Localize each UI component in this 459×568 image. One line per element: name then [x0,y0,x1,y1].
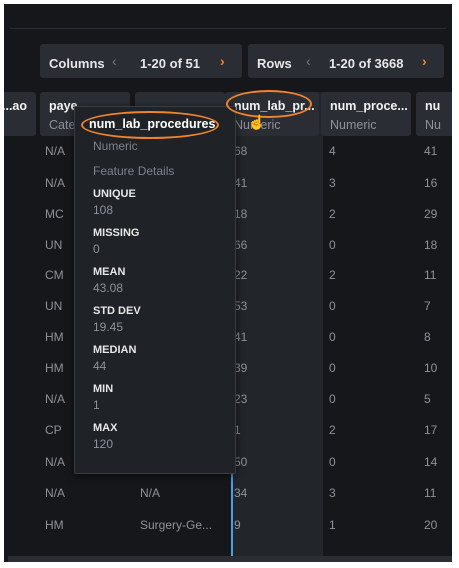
table-cell: 23 [234,392,248,406]
columns-range: 1-20 of 51 [140,56,200,71]
table-cell: 0 [329,361,336,375]
table-cell: 11 [424,268,437,282]
chevron-right-icon[interactable]: › [220,53,225,69]
table-cell: 41 [234,330,248,344]
table-cell: 41 [424,144,438,158]
table-cell: HM [45,361,64,375]
stat-label: STD DEV [93,305,141,317]
stat-label: MEAN [93,266,126,278]
table-cell: 18 [234,207,248,221]
stat-value: 120 [93,437,114,451]
data-preview-panel: Columns ‹ 1-20 of 51 › Rows ‹ 1-20 of 36… [4,4,452,562]
hand-cursor-icon: ☝ [248,114,266,130]
columns-label: Columns [49,56,105,71]
table-cell: CM [45,268,64,282]
table-cell: 8 [424,330,431,344]
table-cell: 39 [234,361,248,375]
stat-value: 44 [93,359,107,373]
column-type: Numeric [330,118,377,132]
table-cell: 66 [234,238,248,252]
stat-label: UNIQUE [93,188,136,200]
table-cell: 0 [329,299,336,313]
table-cell: 53 [234,299,248,313]
divider [10,28,446,29]
stat-value: 108 [93,203,114,217]
table-cell: 50 [234,455,248,469]
table-cell: 5 [424,392,431,406]
chevron-right-icon[interactable]: › [422,53,427,69]
table-cell: CP [45,423,62,437]
rows-range: 1-20 of 3668 [329,56,404,71]
table-cell: N/A [140,486,161,500]
table-cell: 3 [329,176,336,190]
chevron-left-icon[interactable]: ‹ [306,53,311,69]
column-header[interactable]: nu Nu [416,92,452,136]
table-cell: 1 [329,518,336,532]
table-cell: 2 [329,268,336,282]
columns-pager: Columns ‹ 1-20 of 51 › [40,44,242,78]
column-header-num-procedures[interactable]: num_proce... Numeric [321,92,411,136]
table-cell: Surgery-Ge... [140,518,213,532]
table-cell: 68 [234,144,248,158]
table-cell: 0 [329,330,336,344]
table-cell: 11 [424,486,437,500]
rows-label: Rows [257,56,292,71]
table-cell: UN [45,299,63,313]
table-cell: UN [45,238,63,252]
table-cell: N/A [45,486,66,500]
table-cell: N/A [45,176,66,190]
table-cell: 29 [424,207,438,221]
table-cell: 10 [424,361,438,375]
column-type: Nu [425,118,441,132]
table-cell: HM [45,330,64,344]
table-cell: N/A [45,392,66,406]
rows-pager: Rows ‹ 1-20 of 3668 › [248,44,444,78]
column-name: nu [425,99,441,113]
table-cell: 20 [424,518,438,532]
stat-value: 1 [93,398,100,412]
stat-label: MAX [93,422,118,434]
horizontal-scrollbar[interactable] [8,556,452,562]
column-type: Cate [49,118,76,132]
highlight-oval [226,90,312,118]
column-name: ...ao [4,99,28,113]
table-cell: 16 [424,176,438,190]
table-cell: 22 [234,268,248,282]
column-name: num_proce... [330,99,408,113]
table-cell: 0 [329,238,336,252]
table-cell: 14 [424,455,438,469]
table-cell: 0 [329,455,336,469]
highlight-oval [81,111,219,139]
table-cell: 0 [329,392,336,406]
table-cell: 9 [234,518,241,532]
stat-label: MEDIAN [93,344,137,356]
table-cell: 17 [424,423,438,437]
table-cell: MC [45,207,64,221]
table-cell: 2 [329,423,336,437]
stat-value: 0 [93,242,100,256]
feature-details-popup: num_lab_procedures Numeric Feature Detai… [74,106,236,474]
table-cell: 4 [329,144,336,158]
table-cell: N/A [45,144,66,158]
table-cell: HM [45,518,64,532]
popup-type: Numeric [93,139,138,153]
table-cell: 3 [329,486,336,500]
table-cell: 2 [329,207,336,221]
table-cell: N/A [45,455,66,469]
table-cell: 41 [234,176,248,190]
chevron-left-icon[interactable]: ‹ [112,53,117,69]
table-cell: 7 [424,299,431,313]
stat-label: MISSING [93,227,140,239]
table-cell: 18 [424,238,438,252]
stat-value: 43.08 [93,281,124,295]
table-cell: 34 [234,486,248,500]
column-header[interactable]: ...ao [4,92,36,136]
stat-value: 19.45 [93,320,124,334]
section-heading: Feature Details [93,164,175,178]
stat-label: MIN [93,383,114,395]
